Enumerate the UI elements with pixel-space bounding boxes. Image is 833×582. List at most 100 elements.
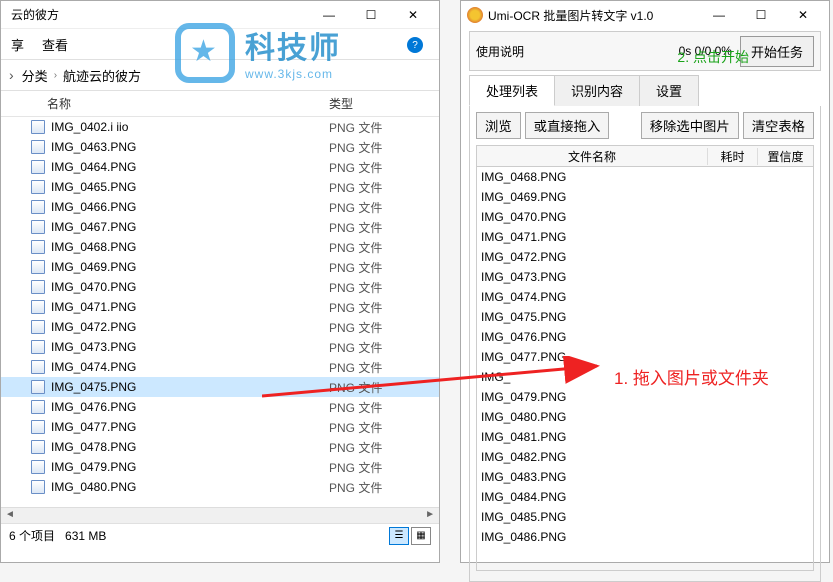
table-row[interactable]: IMG_0471.PNG bbox=[477, 227, 813, 247]
file-row[interactable]: IMG_0474.PNGPNG 文件 bbox=[1, 357, 439, 377]
th-confidence[interactable]: 置信度 bbox=[758, 148, 813, 165]
table-header: 文件名称 耗时 置信度 bbox=[476, 145, 814, 167]
table-row[interactable]: IMG_0484.PNG bbox=[477, 487, 813, 507]
table-row[interactable]: IMG_0474.PNG bbox=[477, 287, 813, 307]
browse-button[interactable]: 浏览 bbox=[476, 112, 521, 139]
tab-bar: 处理列表 识别内容 设置 bbox=[469, 75, 821, 106]
image-file-icon bbox=[31, 440, 45, 454]
table-row[interactable]: IMG_0482.PNG bbox=[477, 447, 813, 467]
table-row[interactable]: IMG_0475.PNG bbox=[477, 307, 813, 327]
breadcrumb[interactable]: 分类 › 航迹云的彼方 bbox=[22, 66, 431, 85]
file-row[interactable]: IMG_0470.PNGPNG 文件 bbox=[1, 277, 439, 297]
clear-table-button[interactable]: 清空表格 bbox=[743, 112, 814, 139]
breadcrumb-category[interactable]: 分类 bbox=[22, 66, 48, 85]
file-explorer-window: 云的彼方 — ☐ ✕ 享 查看 ? › 分类 › 航迹云的彼方 名称 类型 IM… bbox=[0, 0, 440, 563]
image-file-icon bbox=[31, 320, 45, 334]
table-row[interactable]: IMG_0480.PNG bbox=[477, 407, 813, 427]
table-row[interactable]: IMG_0470.PNG bbox=[477, 207, 813, 227]
tab-result[interactable]: 识别内容 bbox=[554, 75, 640, 106]
file-list[interactable]: IMG_0402.i iioPNG 文件IMG_0463.PNGPNG 文件IM… bbox=[1, 117, 439, 507]
table-row[interactable]: IMG_0486.PNG bbox=[477, 527, 813, 547]
horizontal-scrollbar[interactable] bbox=[1, 507, 439, 523]
image-file-icon bbox=[31, 380, 45, 394]
file-row[interactable]: IMG_0473.PNGPNG 文件 bbox=[1, 337, 439, 357]
file-type: PNG 文件 bbox=[329, 239, 439, 256]
menu-share[interactable]: 享 bbox=[11, 35, 24, 54]
file-type: PNG 文件 bbox=[329, 399, 439, 416]
table-row[interactable]: IMG_0469.PNG bbox=[477, 187, 813, 207]
file-type: PNG 文件 bbox=[329, 339, 439, 356]
image-file-icon bbox=[31, 420, 45, 434]
tab-queue[interactable]: 处理列表 bbox=[469, 75, 555, 106]
file-row[interactable]: IMG_0465.PNGPNG 文件 bbox=[1, 177, 439, 197]
ocr-titlebar[interactable]: Umi-OCR 批量图片转文字 v1.0 — ☐ ✕ bbox=[461, 1, 829, 29]
drag-hint-button[interactable]: 或直接拖入 bbox=[525, 112, 610, 139]
file-row[interactable]: IMG_0480.PNGPNG 文件 bbox=[1, 477, 439, 497]
file-row[interactable]: IMG_0469.PNGPNG 文件 bbox=[1, 257, 439, 277]
file-type: PNG 文件 bbox=[329, 139, 439, 156]
file-row[interactable]: IMG_0475.PNGPNG 文件 bbox=[1, 377, 439, 397]
file-row[interactable]: IMG_0466.PNGPNG 文件 bbox=[1, 197, 439, 217]
explorer-titlebar[interactable]: 云的彼方 — ☐ ✕ bbox=[1, 1, 439, 29]
column-name[interactable]: 名称 bbox=[47, 95, 329, 112]
file-row[interactable]: IMG_0472.PNGPNG 文件 bbox=[1, 317, 439, 337]
file-row[interactable]: IMG_0402.i iioPNG 文件 bbox=[1, 117, 439, 137]
file-row[interactable]: IMG_0478.PNGPNG 文件 bbox=[1, 437, 439, 457]
start-task-button[interactable]: 开始任务 bbox=[740, 36, 814, 67]
file-type: PNG 文件 bbox=[329, 419, 439, 436]
details-view-icon[interactable]: ☰ bbox=[389, 527, 409, 545]
table-row[interactable]: IMG_0481.PNG bbox=[477, 427, 813, 447]
image-file-icon bbox=[31, 260, 45, 274]
tab-settings[interactable]: 设置 bbox=[639, 75, 699, 106]
table-row[interactable]: IMG_0483.PNG bbox=[477, 467, 813, 487]
file-row[interactable]: IMG_0479.PNGPNG 文件 bbox=[1, 457, 439, 477]
notification-badge-icon[interactable]: ? bbox=[407, 37, 423, 53]
file-name: IMG_0463.PNG bbox=[51, 140, 329, 154]
icons-view-icon[interactable]: ▦ bbox=[411, 527, 431, 545]
file-name: IMG_0472.PNG bbox=[51, 320, 329, 334]
file-row[interactable]: IMG_0471.PNGPNG 文件 bbox=[1, 297, 439, 317]
menu-view[interactable]: 查看 bbox=[42, 35, 68, 54]
close-button[interactable]: ✕ bbox=[783, 3, 823, 27]
annotation-step1: 1. 拖入图片或文件夹 bbox=[614, 364, 769, 389]
file-row[interactable]: IMG_0463.PNGPNG 文件 bbox=[1, 137, 439, 157]
breadcrumb-folder[interactable]: 航迹云的彼方 bbox=[63, 66, 141, 85]
minimize-button[interactable]: — bbox=[309, 3, 349, 27]
chevron-right-icon[interactable]: › bbox=[9, 67, 14, 83]
explorer-address-bar[interactable]: › 分类 › 航迹云的彼方 bbox=[1, 59, 439, 91]
file-row[interactable]: IMG_0464.PNGPNG 文件 bbox=[1, 157, 439, 177]
th-filename[interactable]: 文件名称 bbox=[477, 148, 708, 165]
column-type[interactable]: 类型 bbox=[329, 95, 439, 112]
file-name: IMG_0466.PNG bbox=[51, 200, 329, 214]
file-name: IMG_0478.PNG bbox=[51, 440, 329, 454]
image-file-icon bbox=[31, 180, 45, 194]
image-file-icon bbox=[31, 300, 45, 314]
table-row[interactable]: IMG_0473.PNG bbox=[477, 267, 813, 287]
ocr-toolbar: 使用说明 0s 0/0 0% 开始任务 bbox=[469, 31, 821, 71]
image-file-icon bbox=[31, 240, 45, 254]
image-file-icon bbox=[31, 140, 45, 154]
remove-selected-button[interactable]: 移除选中图片 bbox=[641, 112, 739, 139]
usage-link[interactable]: 使用说明 bbox=[476, 43, 679, 60]
file-row[interactable]: IMG_0477.PNGPNG 文件 bbox=[1, 417, 439, 437]
maximize-button[interactable]: ☐ bbox=[741, 3, 781, 27]
maximize-button[interactable]: ☐ bbox=[351, 3, 391, 27]
file-type: PNG 文件 bbox=[329, 279, 439, 296]
item-count: 6 个项目 bbox=[9, 529, 55, 543]
file-type: PNG 文件 bbox=[329, 459, 439, 476]
file-row[interactable]: IMG_0467.PNGPNG 文件 bbox=[1, 217, 439, 237]
file-type: PNG 文件 bbox=[329, 319, 439, 336]
th-time[interactable]: 耗时 bbox=[708, 148, 758, 165]
table-row[interactable]: IMG_0468.PNG bbox=[477, 167, 813, 187]
file-type: PNG 文件 bbox=[329, 199, 439, 216]
column-headers[interactable]: 名称 类型 bbox=[1, 91, 439, 117]
close-button[interactable]: ✕ bbox=[393, 3, 433, 27]
table-row[interactable]: IMG_0472.PNG bbox=[477, 247, 813, 267]
file-name: IMG_0465.PNG bbox=[51, 180, 329, 194]
table-row[interactable]: IMG_0479.PNG bbox=[477, 387, 813, 407]
file-row[interactable]: IMG_0468.PNGPNG 文件 bbox=[1, 237, 439, 257]
minimize-button[interactable]: — bbox=[699, 3, 739, 27]
table-row[interactable]: IMG_0485.PNG bbox=[477, 507, 813, 527]
file-row[interactable]: IMG_0476.PNGPNG 文件 bbox=[1, 397, 439, 417]
table-row[interactable]: IMG_0476.PNG bbox=[477, 327, 813, 347]
